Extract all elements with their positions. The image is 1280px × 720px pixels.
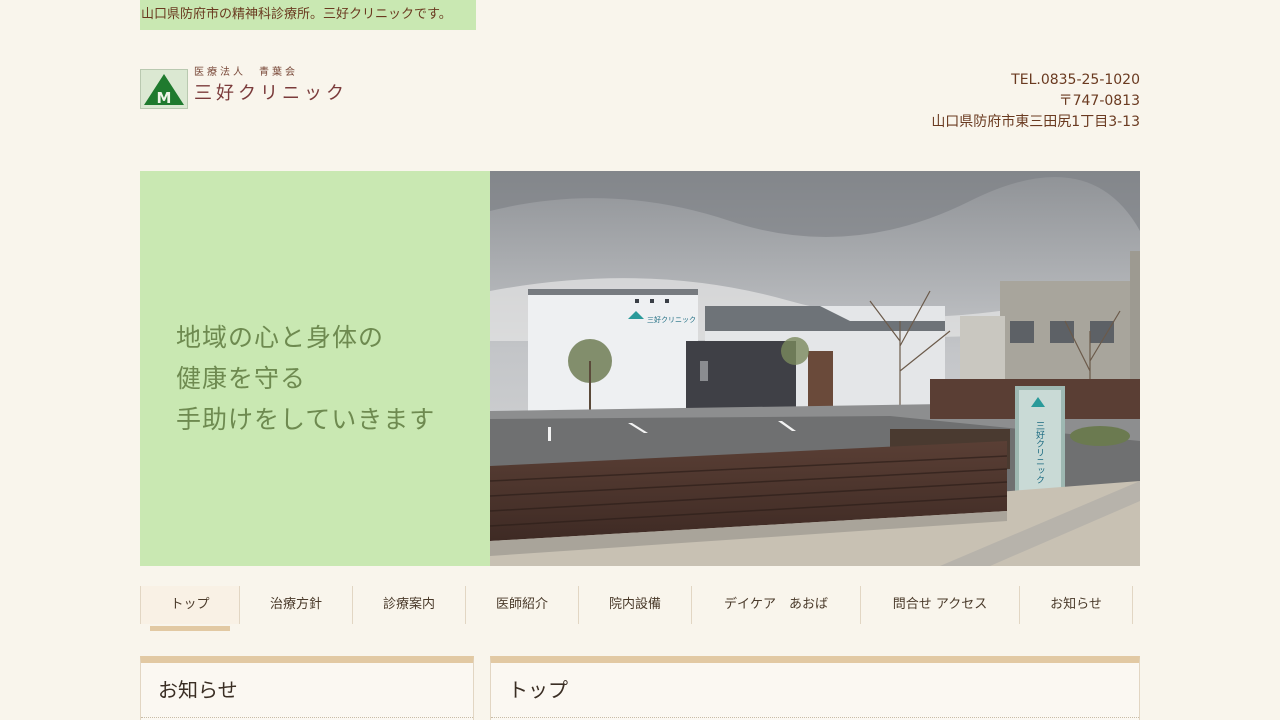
main-content-panel: トップ [490,656,1140,720]
hero-copy-line: 健康を守る [176,364,307,393]
logo-mark-icon: M [140,69,188,109]
monument-sign-text: 三好クリニック [1034,421,1045,484]
nav-item-top[interactable]: トップ [140,586,239,631]
nav-item-consultation-info[interactable]: 診療案内 [352,586,465,624]
logo-mark-letter: M [157,89,172,107]
logo-clinic-name: 三好クリニック [194,83,348,104]
nav-item-treatment-policy[interactable]: 治療方針 [239,586,352,624]
nav-item-doctor-intro[interactable]: 医師紹介 [465,586,578,624]
page: 山口県防府市の精神科診療所。三好クリニックです。 M 医療法人 青葉会 三好クリ… [0,0,1280,720]
main-nav: トップ 治療方針 診療案内 医師紹介 院内設備 デイケア あおば 問合せ アクセ… [140,586,1133,631]
nav-item-daycare-aoba[interactable]: デイケア あおば [691,586,860,624]
news-sidebar-title: お知らせ [141,663,473,718]
nav-item-news[interactable]: お知らせ [1019,586,1133,624]
contact-info: TEL.0835-25-1020 〒747-0813 山口県防府市東三田尻1丁目… [931,70,1140,133]
nav-item-facilities[interactable]: 院内設備 [578,586,691,624]
building-sign-text: 三好クリニック [647,315,696,324]
contact-postal: 〒747-0813 [1058,93,1140,109]
hero-copy: 地域の心と身体の 健康を守る 手助けをしていきます [176,317,435,440]
logo-text: 医療法人 青葉会 三好クリニック [194,66,348,108]
logo-subtitle: 医療法人 青葉会 [194,67,298,78]
hero-copy-panel: 地域の心と身体の 健康を守る 手助けをしていきます [140,171,490,566]
clinic-building-photo: 三好クリニック 三好クリニック [490,171,1140,566]
hero-copy-line: 地域の心と身体の [176,323,385,352]
nav-item-contact-access[interactable]: 問合せ アクセス [860,586,1019,624]
hero-section: 地域の心と身体の 健康を守る 手助けをしていきます 三好クリニック 三好クリニッ… [140,171,1140,566]
hero-copy-line: 手助けをしていきます [176,405,436,434]
contact-address: 山口県防府市東三田尻1丁目3-13 [931,114,1140,130]
site-tagline-banner: 山口県防府市の精神科診療所。三好クリニックです。 [140,0,476,30]
main-content-title: トップ [491,663,1139,718]
news-sidebar-panel: お知らせ [140,656,474,720]
contact-tel: TEL.0835-25-1020 [1011,72,1140,88]
clinic-logo[interactable]: M 医療法人 青葉会 三好クリニック [140,66,348,109]
